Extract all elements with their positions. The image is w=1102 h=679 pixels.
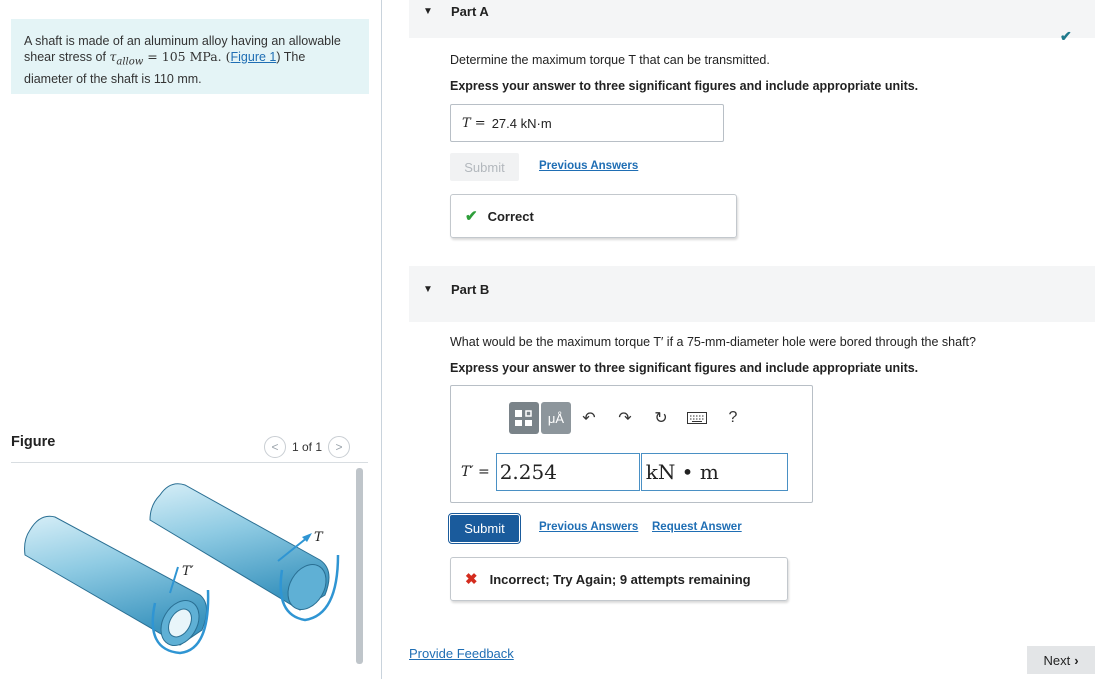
figure-link[interactable]: Figure 1 xyxy=(231,50,277,64)
part-a-answer-display: T = 27.4 kN·m xyxy=(450,104,724,142)
keyboard-glyph xyxy=(687,412,707,424)
part-b-input-label: T′ = xyxy=(461,464,490,480)
part-a-question: Determine the maximum torque T that can … xyxy=(450,53,770,67)
stress-value: = 105 MPa. ( xyxy=(143,49,231,64)
math-answer-editor: μÅ ↶ ↷ ↻ ? T′ = 2.254 kN • m xyxy=(450,385,813,503)
part-b-instructions: Express your answer to three significant… xyxy=(450,361,919,375)
torque-Tprime-label: T′ xyxy=(182,564,194,579)
redo-icon[interactable]: ↷ xyxy=(607,402,643,434)
tau-subscript: allow xyxy=(116,56,144,68)
collapse-triangle-icon[interactable]: ▼ xyxy=(423,6,433,17)
part-a-instructions: Express your answer to three significant… xyxy=(450,79,919,93)
torque-T-label: T xyxy=(314,530,324,545)
unit-input[interactable]: kN • m xyxy=(640,453,788,491)
pager-text: 1 of 1 xyxy=(292,440,323,454)
chevron-right-icon: › xyxy=(1074,652,1079,668)
collapse-triangle-icon[interactable]: ▼ xyxy=(423,284,433,295)
figure-scrollbar[interactable] xyxy=(356,468,363,664)
request-answer-link[interactable]: Request Answer xyxy=(652,521,742,533)
figure-divider xyxy=(11,462,368,463)
shaft-figure: T T′ xyxy=(24,483,340,655)
part-a-feedback: ✔ Correct xyxy=(450,194,737,238)
part-a-label: Part A xyxy=(451,4,489,19)
correct-check-icon: ✔ xyxy=(465,208,478,225)
part-a-submit-button[interactable]: Submit xyxy=(450,153,519,181)
units-button[interactable]: μÅ xyxy=(541,402,571,434)
part-a-answer-value: 27.4 kN·m xyxy=(491,115,552,131)
part-a-previous-answers-link[interactable]: Previous Answers xyxy=(539,160,638,172)
help-icon[interactable]: ? xyxy=(715,402,751,434)
part-b-question: What would be the maximum torque T′ if a… xyxy=(450,335,976,349)
part-b-feedback-text: Incorrect; Try Again; 9 attempts remaini… xyxy=(489,571,751,587)
incorrect-x-icon: ✖ xyxy=(465,571,478,588)
part-b-previous-answers-link[interactable]: Previous Answers xyxy=(539,521,638,533)
figure-title: Figure xyxy=(11,434,56,450)
column-divider xyxy=(381,0,382,679)
part-a-header[interactable]: ▼ Part A xyxy=(409,0,1095,38)
provide-feedback-link[interactable]: Provide Feedback xyxy=(409,646,514,661)
part-b-submit-button[interactable]: Submit xyxy=(448,513,521,544)
keyboard-icon[interactable] xyxy=(679,402,715,434)
part-b-header[interactable]: ▼ Part B xyxy=(409,266,1095,322)
next-figure-button[interactable]: > xyxy=(328,436,351,458)
part-b-label: Part B xyxy=(451,282,490,297)
part-a-answer-label: T = xyxy=(462,115,486,131)
part-b-feedback: ✖ Incorrect; Try Again; 9 attempts remai… xyxy=(450,557,788,601)
next-button[interactable]: Next › xyxy=(1027,646,1095,674)
value-input[interactable]: 2.254 xyxy=(495,453,640,491)
part-a-question-text: Determine the maximum torque T that can … xyxy=(450,53,770,67)
prev-figure-button[interactable]: < xyxy=(264,436,286,458)
editor-toolbar: μÅ ↶ ↷ ↻ ? xyxy=(509,402,751,434)
part-a-feedback-text: Correct xyxy=(487,208,534,224)
undo-icon[interactable]: ↶ xyxy=(571,402,607,434)
answer-input-row: T′ = 2.254 kN • m xyxy=(461,453,788,491)
templates-button[interactable] xyxy=(509,402,539,434)
templates-icon xyxy=(515,410,532,426)
problem-statement: A shaft is made of an aluminum alloy hav… xyxy=(11,19,369,94)
figure-pager: < 1 of 1 > xyxy=(264,436,351,458)
part-a-complete-check-icon: ✔ xyxy=(1060,28,1072,44)
next-label: Next xyxy=(1043,652,1071,668)
reset-icon[interactable]: ↻ xyxy=(643,402,679,434)
